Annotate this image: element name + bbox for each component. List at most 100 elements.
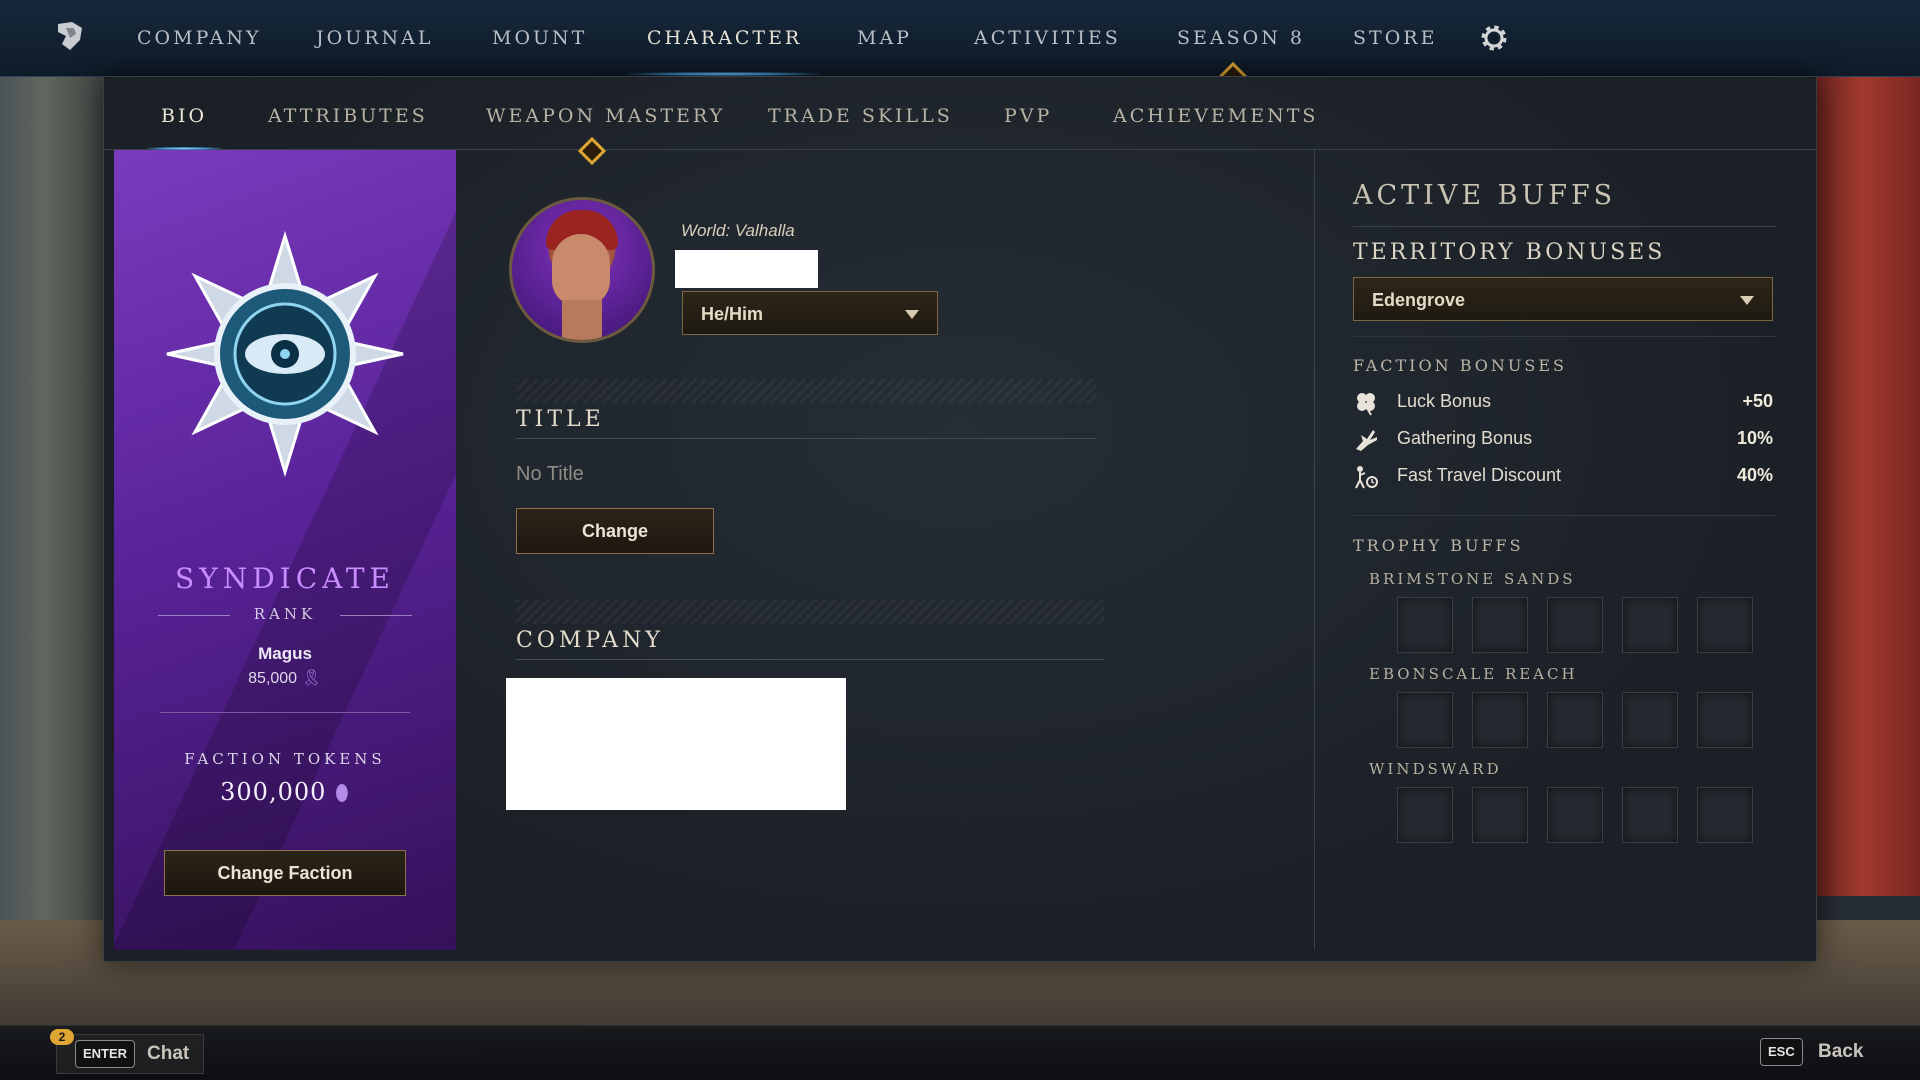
change-title-button[interactable]: Change	[516, 508, 714, 554]
rank-points-value: 85,000	[248, 670, 298, 687]
rank-name: Magus	[258, 644, 312, 663]
faction-tokens-label: FACTION TOKENS	[184, 750, 386, 768]
nav-company[interactable]: COMPANY	[137, 0, 262, 76]
trophy-buffs-heading: TROPHY BUFFS	[1353, 536, 1524, 555]
character-panel: BIO ATTRIBUTES WEAPON MASTERY TRADE SKIL…	[103, 76, 1817, 962]
trophy-slot[interactable]	[1547, 597, 1603, 653]
trophy-slot[interactable]	[1622, 692, 1678, 748]
trophy-slot[interactable]	[1472, 787, 1528, 843]
tab-trade-skills[interactable]: TRADE SKILLS	[768, 77, 953, 149]
avatar-neck	[562, 300, 602, 340]
trophy-slot[interactable]	[1622, 787, 1678, 843]
title-heading: TITLE	[516, 407, 605, 432]
faction-bonus-row: Luck Bonus +50	[1353, 388, 1773, 418]
nav-map[interactable]: MAP	[857, 0, 912, 76]
faction-tokens-value: 300,000 ⬮	[114, 778, 456, 806]
bonus-value: +50	[1742, 391, 1773, 411]
active-buffs-heading: ACTIVE BUFFS	[1353, 180, 1617, 211]
world-name: World: Valhalla	[681, 221, 795, 240]
bonus-label: Luck Bonus	[1397, 391, 1492, 411]
faction-bonuses-heading: FACTION BONUSES	[1353, 356, 1567, 375]
faction-tokens-amount: 300,000	[220, 778, 327, 806]
territory-dropdown[interactable]: Edengrove	[1353, 277, 1773, 321]
red-banner-background	[1816, 76, 1920, 896]
faction-bonus-row: Gathering Bonus 10%	[1353, 425, 1773, 455]
bonus-value: 40%	[1736, 465, 1773, 485]
company-heading: COMPANY	[516, 628, 664, 653]
stone-statue-background	[0, 76, 110, 1006]
rank-points: 85,000 🎗︎	[114, 668, 456, 688]
character-subtabs: BIO ATTRIBUTES WEAPON MASTERY TRADE SKIL…	[104, 77, 1816, 150]
back-button[interactable]: Back	[1818, 1041, 1863, 1063]
trophy-group-label: EBONSCALE REACH	[1369, 665, 1578, 683]
bonus-label: Fast Travel Discount	[1397, 465, 1562, 485]
trophy-slot[interactable]	[1397, 692, 1453, 748]
fast-travel-icon	[1355, 466, 1378, 489]
trophy-slot[interactable]	[1547, 787, 1603, 843]
faction-token-icon: ⬮	[335, 781, 350, 806]
tab-pvp[interactable]: PVP	[1004, 77, 1052, 149]
pronoun-selected: He/Him	[701, 304, 764, 324]
esc-key-hint: ESC	[1760, 1038, 1803, 1066]
chat-label: Chat	[147, 1043, 190, 1064]
nav-store[interactable]: STORE	[1353, 0, 1437, 76]
trophy-slot[interactable]	[1622, 597, 1678, 653]
trophy-slot[interactable]	[1397, 597, 1453, 653]
top-navigation-bar: COMPANY JOURNAL MOUNT CHARACTER MAP ACTI…	[0, 0, 1920, 77]
title-value: No Title	[516, 463, 584, 485]
tab-achievements[interactable]: ACHIEVEMENTS	[1113, 77, 1318, 149]
bonus-label: Gathering Bonus	[1397, 428, 1533, 448]
trophy-group-label: WINDSWARD	[1369, 760, 1502, 778]
faction-name: SYNDICATE	[175, 562, 395, 595]
avatar-face	[552, 234, 610, 306]
active-buffs-panel: ACTIVE BUFFS TERRITORY BONUSES Edengrove…	[1314, 150, 1805, 950]
trophy-slot[interactable]	[1697, 597, 1753, 653]
ribbon-icon: 🎗︎	[301, 670, 322, 687]
bonus-value: 10%	[1736, 428, 1773, 448]
change-faction-button[interactable]: Change Faction	[164, 850, 406, 896]
pronoun-dropdown[interactable]: He/Him	[682, 291, 938, 335]
chat-notification-badge: 2	[50, 1029, 74, 1045]
tab-weapon-mastery[interactable]: WEAPON MASTERY	[486, 77, 725, 149]
game-logo-icon[interactable]	[52, 18, 88, 54]
rank-divider-right	[340, 615, 412, 616]
chat-button[interactable]: ENTER Chat	[56, 1034, 204, 1074]
territory-bonuses-heading: TERRITORY BONUSES	[1353, 240, 1666, 265]
territory-divider	[1353, 336, 1777, 337]
territory-selected: Edengrove	[1372, 290, 1466, 310]
trophy-slot[interactable]	[1697, 692, 1753, 748]
clover-icon	[1357, 393, 1375, 416]
character-name-redacted	[675, 250, 818, 288]
trophy-slot[interactable]	[1472, 597, 1528, 653]
nav-mount[interactable]: MOUNT	[492, 0, 587, 76]
trophy-slot[interactable]	[1397, 787, 1453, 843]
nav-activities[interactable]: ACTIVITIES	[974, 0, 1121, 76]
rank-label: RANK	[253, 605, 317, 623]
chevron-down-icon	[1740, 296, 1754, 305]
trophy-slot[interactable]	[1697, 787, 1753, 843]
faction-bonus-divider	[1353, 515, 1777, 516]
faction-card: SYNDICATE RANK Magus 85,000 🎗︎ FACTION T…	[114, 150, 456, 950]
syndicate-emblem-icon	[166, 230, 404, 478]
gathering-hand-icon	[1356, 430, 1377, 451]
settings-gear-icon[interactable]	[1478, 22, 1510, 54]
character-avatar[interactable]	[509, 197, 655, 343]
tab-bio[interactable]: BIO	[146, 77, 222, 150]
nav-season[interactable]: SEASON 8	[1177, 0, 1305, 76]
enter-key-hint: ENTER	[75, 1040, 136, 1068]
nav-journal[interactable]: JOURNAL	[316, 0, 433, 76]
bottom-bar: ENTER Chat ESC Back	[0, 1025, 1920, 1080]
title-divider	[516, 438, 1096, 439]
company-divider	[516, 659, 1104, 660]
company-header-texture	[516, 600, 1104, 624]
company-info-redacted	[506, 678, 846, 810]
faction-bonus-row: Fast Travel Discount 40%	[1353, 462, 1773, 492]
trophy-slot[interactable]	[1547, 692, 1603, 748]
nav-character[interactable]: CHARACTER	[626, 0, 823, 76]
active-buffs-divider	[1353, 226, 1777, 227]
tab-attributes[interactable]: ATTRIBUTES	[268, 77, 428, 149]
trophy-slot[interactable]	[1472, 692, 1528, 748]
trophy-group-label: BRIMSTONE SANDS	[1369, 570, 1576, 588]
chevron-down-icon	[905, 310, 919, 319]
title-header-texture	[516, 379, 1096, 403]
